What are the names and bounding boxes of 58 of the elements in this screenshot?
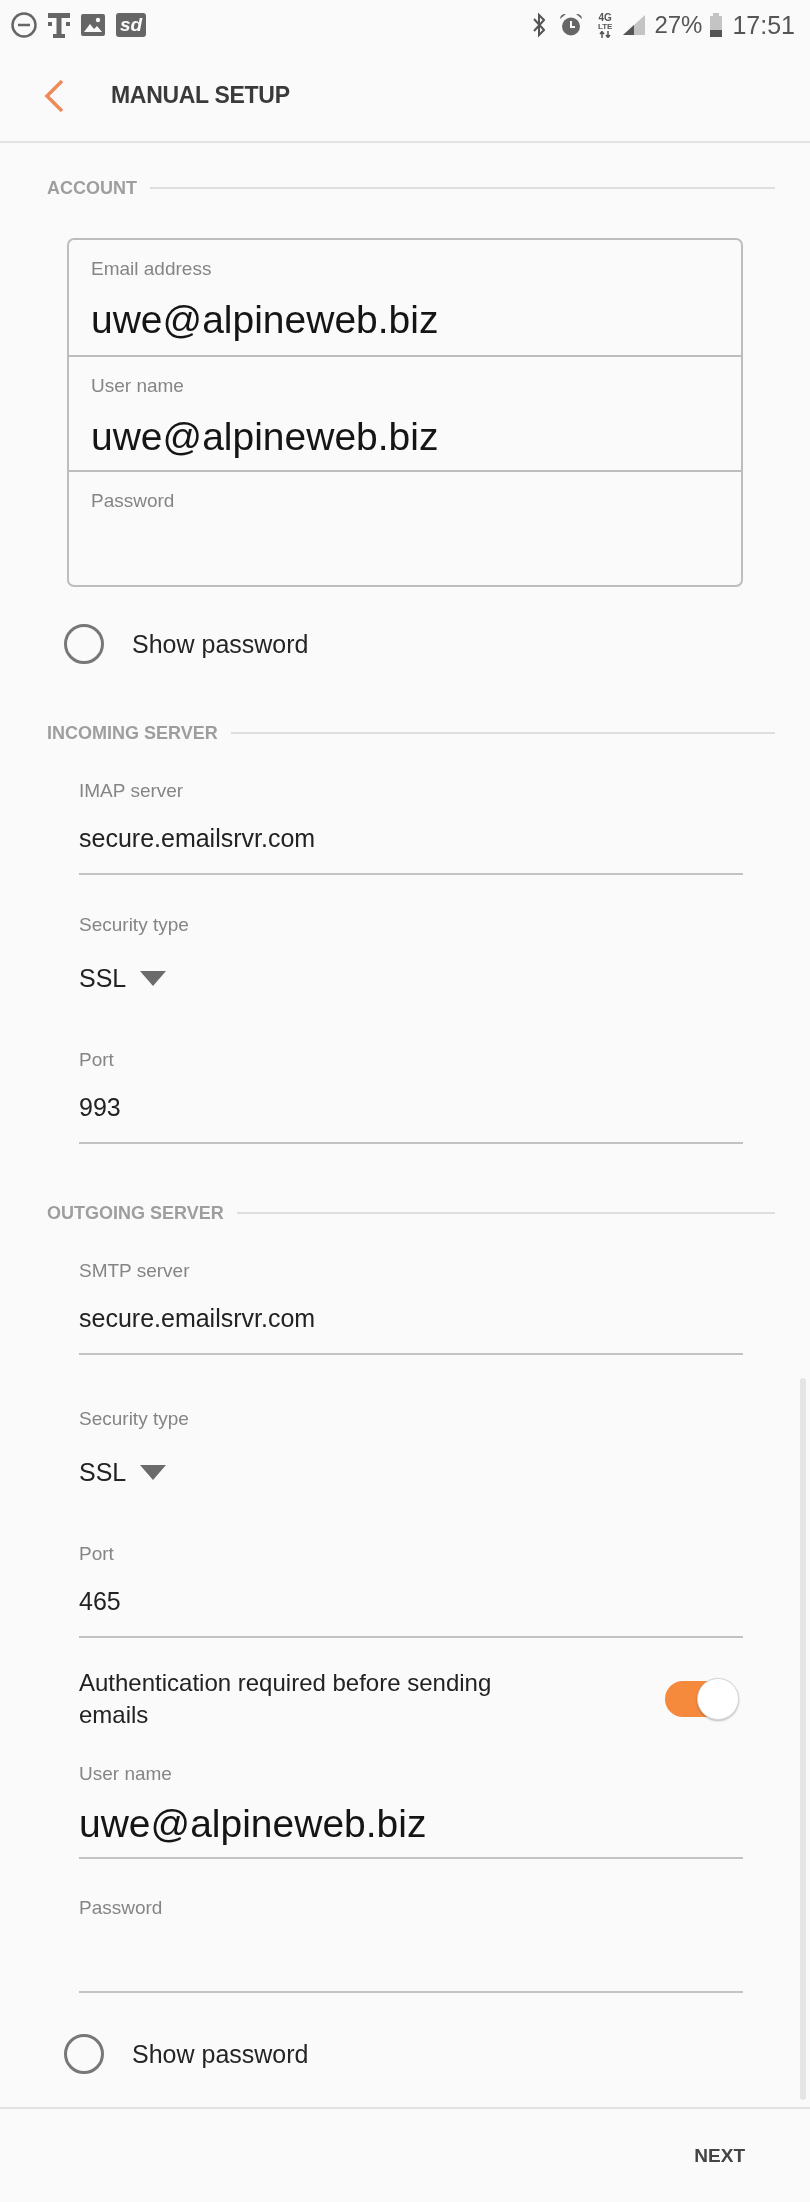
field-label: User name bbox=[91, 374, 184, 398]
image-icon bbox=[81, 14, 105, 36]
clock-time: 17:51 bbox=[732, 10, 795, 40]
input-field[interactable]: Port 993 bbox=[79, 1047, 743, 1144]
checkbox[interactable] bbox=[64, 2034, 104, 2074]
field-label: Security type bbox=[79, 913, 189, 937]
alarm-clock-icon bbox=[558, 13, 583, 37]
toggle-switch[interactable] bbox=[663, 1677, 739, 1721]
battery-icon bbox=[709, 13, 724, 37]
signal-icon bbox=[623, 15, 646, 35]
field-label: Email address bbox=[91, 257, 212, 281]
field-value: uwe@alpineweb.biz bbox=[91, 414, 439, 460]
field-label: Port bbox=[79, 1048, 114, 1072]
caret-down-icon bbox=[140, 970, 167, 986]
battery-percent: 27% bbox=[654, 11, 703, 39]
page-title: MANUAL SETUP bbox=[111, 82, 290, 109]
caret-down-icon bbox=[140, 1464, 167, 1480]
carrier-logo-icon bbox=[48, 12, 70, 38]
field-value: SSL bbox=[79, 1457, 127, 1487]
checkbox-label: Show password bbox=[132, 2039, 309, 2069]
field-label: Port bbox=[79, 1542, 114, 1566]
field-value: uwe@alpineweb.biz bbox=[79, 1801, 427, 1847]
section-heading: ACCOUNT bbox=[47, 177, 137, 199]
input-field[interactable]: IMAP server secure.emailsrvr.com bbox=[79, 778, 743, 875]
field-value: SSL bbox=[79, 963, 127, 993]
field-label: IMAP server bbox=[79, 779, 184, 803]
dropdown-field[interactable]: Security type SSL bbox=[79, 1406, 743, 1504]
checkbox-label: Show password bbox=[132, 629, 309, 659]
field-label: User name bbox=[79, 1762, 172, 1786]
field-value: uwe@alpineweb.biz bbox=[91, 297, 439, 343]
minus-circle-icon bbox=[11, 12, 37, 38]
network-type-label: LTE bbox=[597, 22, 613, 31]
input-field[interactable]: Password bbox=[69, 470, 741, 585]
input-field[interactable]: User name uwe@alpineweb.biz bbox=[69, 355, 741, 470]
dropdown-field[interactable]: Security type SSL bbox=[79, 912, 743, 1010]
bluetooth-icon bbox=[532, 12, 545, 38]
field-value: 993 bbox=[79, 1092, 121, 1123]
data-arrows-icon bbox=[599, 30, 612, 38]
field-label: Password bbox=[79, 1896, 163, 1920]
field-label: Security type bbox=[79, 1407, 189, 1431]
input-field[interactable]: User name uwe@alpineweb.biz bbox=[79, 1761, 743, 1859]
section-heading: INCOMING SERVER bbox=[47, 722, 218, 744]
network-type-label: 4G bbox=[598, 12, 612, 23]
field-value: secure.emailsrvr.com bbox=[79, 1303, 316, 1334]
field-label: Password bbox=[91, 489, 175, 513]
field-value: 465 bbox=[79, 1586, 121, 1617]
field-value: secure.emailsrvr.com bbox=[79, 823, 316, 854]
toggle-label: Authentication required before sending emails bbox=[79, 1668, 493, 1730]
input-field[interactable]: Email address uwe@alpineweb.biz bbox=[69, 240, 741, 355]
input-field[interactable]: Password bbox=[79, 1895, 743, 1993]
chevron-left-icon bbox=[43, 78, 65, 113]
checkbox[interactable] bbox=[64, 624, 104, 664]
section-heading: OUTGOING SERVER bbox=[47, 1202, 224, 1224]
app-badge: sd bbox=[116, 13, 147, 37]
next-button[interactable]: NEXT bbox=[684, 2134, 755, 2177]
field-label: SMTP server bbox=[79, 1259, 190, 1283]
input-field[interactable]: Port 465 bbox=[79, 1541, 743, 1638]
input-field[interactable]: SMTP server secure.emailsrvr.com bbox=[79, 1258, 743, 1355]
